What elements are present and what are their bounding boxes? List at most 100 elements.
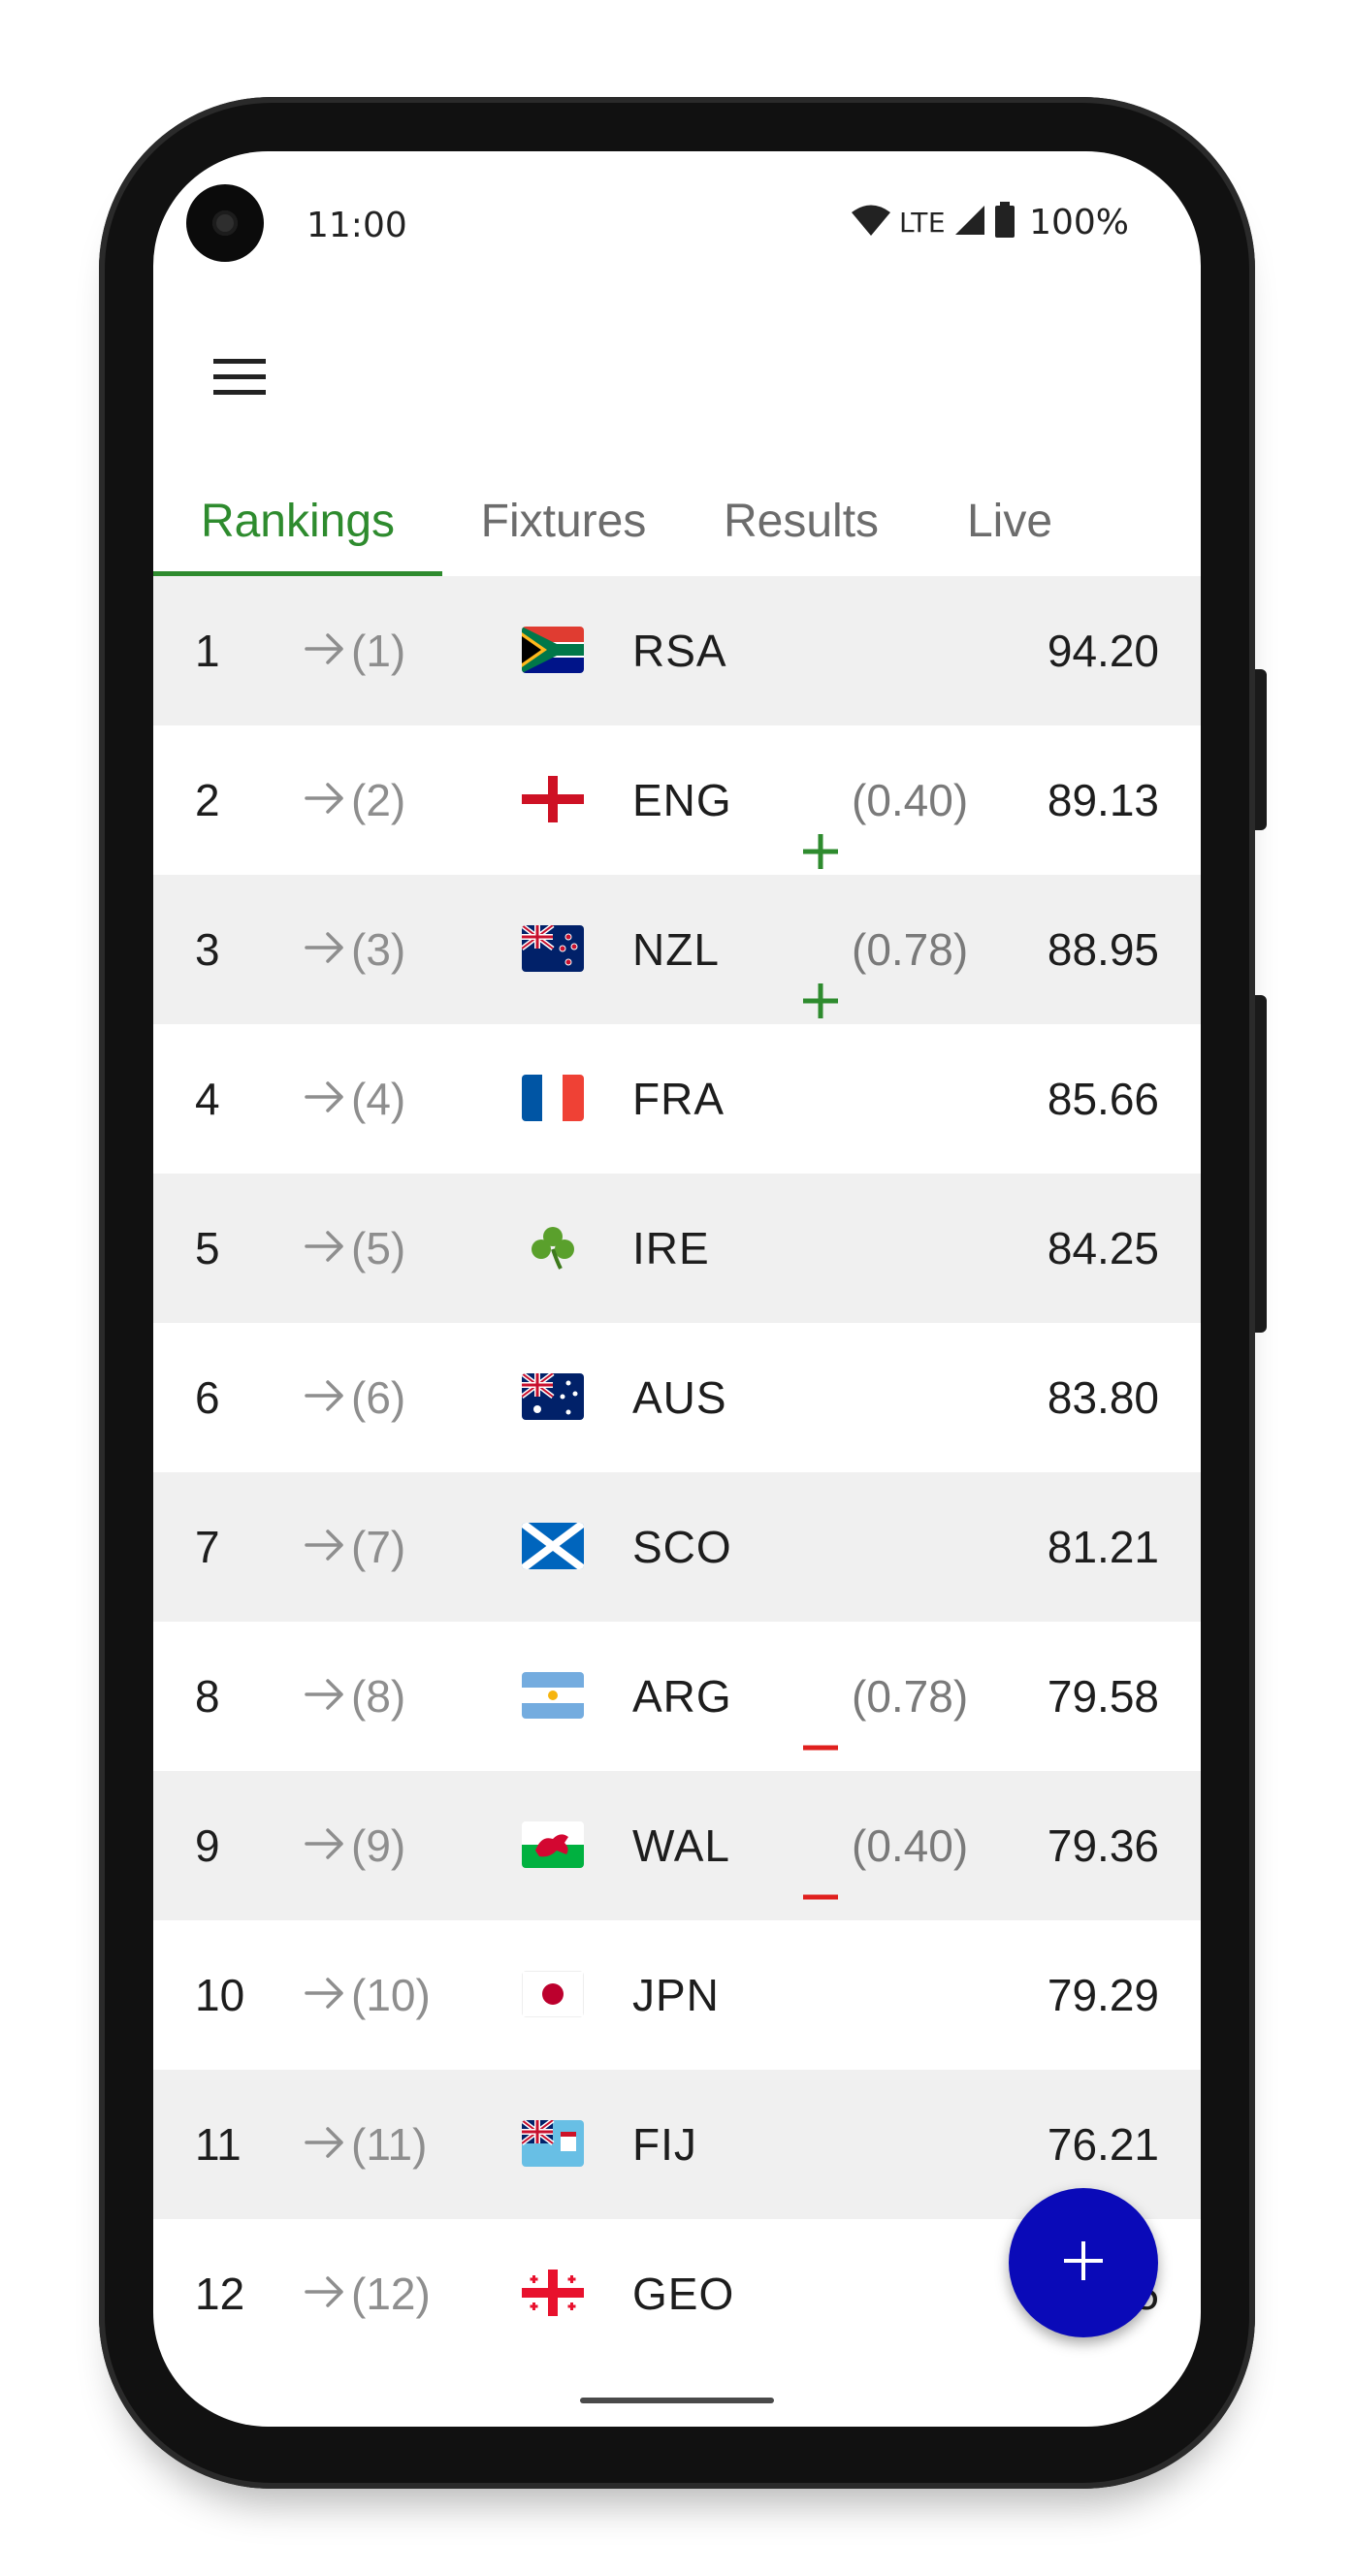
georgia-flag [522, 2270, 584, 2316]
camera-cutout [186, 184, 264, 262]
rankings-list: 1 (1) RSA 94.20 2 (2) ENG (0.40) 89.13 3 (3) NZL (0.… [153, 576, 1201, 2368]
previous-rank: (4) [305, 1024, 405, 1174]
previous-rank-value: (2) [351, 775, 406, 825]
team-code: IRE [632, 1223, 710, 1273]
ranking-row[interactable]: 5 (5) IRE 84.25 [153, 1174, 1201, 1323]
tab-fixtures[interactable]: Fixtures [442, 471, 685, 576]
wales-flag [522, 1821, 584, 1868]
signal-icon [953, 204, 986, 241]
arrow-right-icon [305, 1622, 351, 1771]
previous-rank: (2) [305, 725, 405, 875]
previous-rank: (8) [305, 1622, 405, 1771]
previous-rank: (12) [305, 2219, 431, 2368]
team-code: AUS [632, 1372, 727, 1423]
ranking-row[interactable]: 2 (2) ENG (0.40) 89.13 [153, 725, 1201, 875]
rank-position: 1 [195, 626, 220, 676]
ranking-row[interactable]: 8 (8) ARG (0.78) 79.58 [153, 1622, 1201, 1771]
england-flag [522, 776, 584, 822]
team-code: ARG [632, 1671, 732, 1722]
team-code: JPN [632, 1970, 720, 2020]
points-change: (0.78) [801, 1622, 968, 1771]
add-button[interactable] [1009, 2188, 1158, 2337]
new-zealand-flag [522, 925, 584, 972]
team-code: SCO [632, 1522, 732, 1572]
ranking-row[interactable]: 3 (3) NZL (0.78) 88.95 [153, 875, 1201, 1024]
previous-rank: (10) [305, 1920, 431, 2070]
arrow-right-icon [305, 1024, 351, 1174]
ranking-row[interactable]: 10 (10) JPN 79.29 [153, 1920, 1201, 2070]
ranking-row[interactable]: 9 (9) WAL (0.40) 79.36 [153, 1771, 1201, 1920]
previous-rank-value: (8) [351, 1671, 406, 1722]
plus-icon [1064, 2241, 1103, 2284]
menu-button[interactable] [196, 336, 283, 423]
rating-points: 94.20 [1047, 626, 1159, 676]
app-screen: 11:00 LTE 100% Rankings Fixtures Results… [153, 151, 1201, 2427]
ranking-row[interactable]: 1 (1) RSA 94.20 [153, 576, 1201, 725]
arrow-right-icon [305, 2219, 351, 2368]
ranking-row[interactable]: 6 (6) AUS 83.80 [153, 1323, 1201, 1472]
ranking-row[interactable]: 11 (11) FIJ 76.21 [153, 2070, 1201, 2219]
south-africa-flag [522, 627, 584, 673]
wifi-icon [851, 204, 891, 241]
previous-rank: (7) [305, 1472, 405, 1622]
previous-rank-value: (5) [351, 1223, 406, 1273]
previous-rank-value: (4) [351, 1074, 406, 1124]
home-indicator[interactable] [580, 2398, 774, 2403]
trend-down-icon [801, 1677, 840, 1751]
rank-position: 4 [195, 1074, 220, 1124]
ranking-row[interactable]: 7 (7) SCO 81.21 [153, 1472, 1201, 1622]
points-change-value: (0.78) [852, 1671, 969, 1722]
rating-points: 83.80 [1047, 1372, 1159, 1423]
status-time: 11:00 [306, 206, 407, 245]
team-code: FIJ [632, 2119, 697, 2170]
tab-rankings[interactable]: Rankings [153, 471, 442, 576]
france-flag [522, 1075, 584, 1121]
volume-button [1255, 995, 1267, 1333]
previous-rank: (9) [305, 1771, 405, 1920]
previous-rank: (5) [305, 1174, 405, 1323]
rating-points: 88.95 [1047, 924, 1159, 975]
fiji-flag [522, 2120, 584, 2167]
points-change: (0.40) [801, 725, 968, 875]
arrow-right-icon [305, 1323, 351, 1472]
tab-live[interactable]: Live [918, 471, 1102, 576]
rank-position: 5 [195, 1223, 220, 1273]
team-code: GEO [632, 2269, 735, 2319]
arrow-right-icon [305, 1920, 351, 2070]
trend-up-icon [801, 781, 840, 869]
previous-rank: (3) [305, 875, 405, 1024]
rank-position: 12 [195, 2269, 245, 2319]
rank-position: 10 [195, 1970, 245, 2020]
rating-points: 85.66 [1047, 1074, 1159, 1124]
previous-rank-value: (1) [351, 626, 406, 676]
previous-rank-value: (9) [351, 1820, 406, 1871]
rating-points: 79.58 [1047, 1671, 1159, 1722]
rank-position: 2 [195, 775, 220, 825]
points-change: (0.78) [801, 875, 968, 1024]
arrow-right-icon [305, 1472, 351, 1622]
previous-rank: (6) [305, 1323, 405, 1472]
previous-rank-value: (6) [351, 1372, 406, 1423]
argentina-flag [522, 1672, 584, 1719]
arrow-right-icon [305, 725, 351, 875]
rank-position: 7 [195, 1522, 220, 1572]
hamburger-icon [213, 358, 266, 401]
tab-results[interactable]: Results [685, 471, 918, 576]
power-button [1255, 669, 1267, 830]
points-change-value: (0.40) [852, 775, 969, 825]
arrow-right-icon [305, 2070, 351, 2219]
previous-rank: (11) [305, 2070, 427, 2219]
arrow-right-icon [305, 1771, 351, 1920]
network-type: LTE [899, 206, 947, 239]
arrow-right-icon [305, 1174, 351, 1323]
rank-position: 6 [195, 1372, 220, 1423]
trend-up-icon [801, 930, 840, 1018]
ranking-row[interactable]: 4 (4) FRA 85.66 [153, 1024, 1201, 1174]
rating-points: 79.29 [1047, 1970, 1159, 2020]
shamrock-icon [522, 1224, 584, 1271]
team-code: WAL [632, 1820, 730, 1871]
previous-rank-value: (10) [351, 1970, 431, 2020]
rank-position: 3 [195, 924, 220, 975]
points-change: (0.40) [801, 1771, 968, 1920]
previous-rank-value: (11) [351, 2119, 428, 2170]
